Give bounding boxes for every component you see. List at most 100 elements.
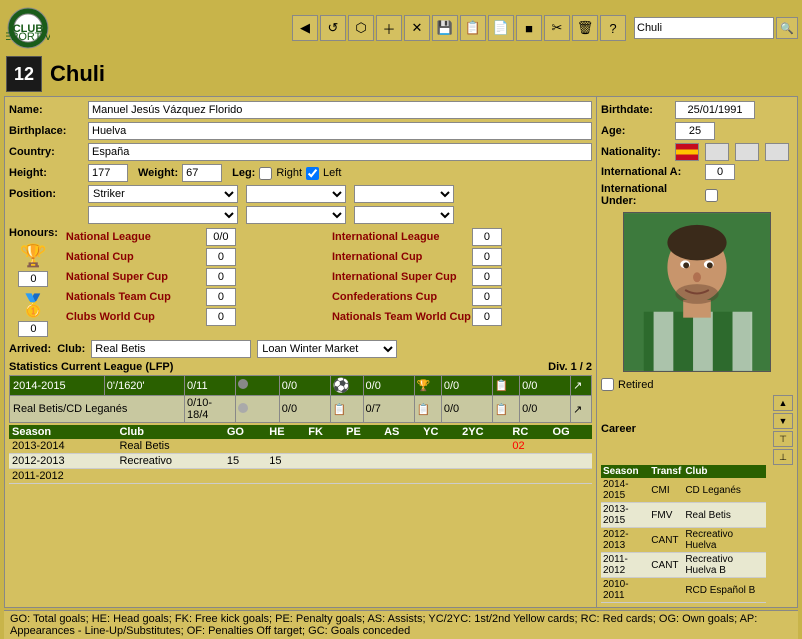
left-leg-checkbox[interactable] xyxy=(306,167,319,180)
position-sub-select2[interactable] xyxy=(354,185,454,203)
arrived-label: Arrived: xyxy=(9,343,51,355)
intl-cup-val[interactable] xyxy=(472,248,502,266)
season-cell-yc xyxy=(420,454,459,469)
retired-checkbox[interactable] xyxy=(601,378,614,391)
toolbar: CLUB DEPORTIVO ◀ ↺ ⬡ ＋ ✕ 💾 📋 📄 ■ ✂ 🗑 ? 🔍 xyxy=(0,0,802,54)
player-search-button[interactable]: 🔍 xyxy=(776,17,798,39)
intl-a-row: International A: xyxy=(601,164,793,180)
national-cup-label: National Cup xyxy=(66,251,206,263)
right-label: Right xyxy=(276,167,302,179)
intl-a-input[interactable] xyxy=(705,164,735,180)
club-input[interactable] xyxy=(91,340,251,358)
toolbar-btn-hex[interactable]: ⬡ xyxy=(348,15,374,41)
national-league-val[interactable] xyxy=(206,228,236,246)
confederations-cup-val[interactable] xyxy=(472,288,502,306)
season-cell-he xyxy=(266,439,305,454)
toolbar-btn-close[interactable]: ✕ xyxy=(404,15,430,41)
leg-label: Leg: xyxy=(232,167,255,179)
season-cell-pe xyxy=(343,439,381,454)
stat3-2: 0/7 xyxy=(363,396,414,423)
career-col-club: Club xyxy=(683,465,766,478)
position-extra-select2[interactable] xyxy=(246,206,346,224)
nationals-team-cup-val[interactable] xyxy=(206,288,236,306)
career-nav-up[interactable]: ▲ xyxy=(773,395,793,411)
season-cell-two_yc xyxy=(459,454,509,469)
career-row: 2012-2013CANTRecreativo Huelva xyxy=(601,528,766,553)
career-row: 2013-2015FMVReal Betis xyxy=(601,503,766,528)
national-cup-val[interactable] xyxy=(206,248,236,266)
season-cell-fk xyxy=(305,454,343,469)
intl-league-val[interactable] xyxy=(472,228,502,246)
toolbar-btn-copy[interactable]: 📄 xyxy=(488,15,514,41)
season-history-row: 2012-2013Recreativo1515 xyxy=(9,454,592,469)
hwl-row: Height: Weight: Leg: Right Left xyxy=(9,164,592,182)
season-history-header: Season Club GO HE FK PE AS YC 2YC RC OG xyxy=(9,425,592,439)
season-cell-go: 15 xyxy=(224,454,266,469)
weight-label: Weight: xyxy=(138,167,178,179)
birthplace-row: Birthplace: xyxy=(9,122,592,140)
toolbar-btn-prev[interactable]: ◀ xyxy=(292,15,318,41)
div-info: Div. 1 / 2 xyxy=(548,361,592,373)
career-cell-season: 2014-2015 xyxy=(601,478,649,503)
season-cell-yc xyxy=(420,439,459,454)
toolbar-btn-delete[interactable]: 🗑 xyxy=(572,15,598,41)
toolbar-btn-stop[interactable]: ■ xyxy=(516,15,542,41)
career-title: Career xyxy=(601,423,636,435)
intl-cup-row: International Cup xyxy=(330,247,592,267)
position-sub-select1[interactable] xyxy=(246,185,346,203)
toolbar-btn-save1[interactable]: 💾 xyxy=(432,15,458,41)
nationals-team-cup-row: Nationals Team Cup xyxy=(64,287,326,307)
toolbar-btn-cut[interactable]: ✂ xyxy=(544,15,570,41)
national-super-cup-val[interactable] xyxy=(206,268,236,286)
toolbar-btn-save2[interactable]: 📋 xyxy=(460,15,486,41)
clubs-world-cup-label: Clubs World Cup xyxy=(66,311,206,323)
weight-input[interactable] xyxy=(182,164,222,182)
country-input[interactable] xyxy=(88,143,592,161)
season-cell-rc xyxy=(509,454,549,469)
birthdate-input[interactable] xyxy=(675,101,755,119)
statistics-title: Statistics Current League (LFP) xyxy=(9,361,173,373)
trophy1-icon: 🏆 xyxy=(18,243,48,269)
nationals-team-world-cup-label: Nationals Team World Cup xyxy=(332,311,472,323)
position-label: Position: xyxy=(9,188,84,200)
right-leg-checkbox[interactable] xyxy=(259,167,272,180)
intl-cup-label: International Cup xyxy=(332,251,472,263)
birthplace-input[interactable] xyxy=(88,122,592,140)
national-cup-row: National Cup xyxy=(64,247,326,267)
toolbar-btn-help[interactable]: ? xyxy=(600,15,626,41)
career-header: Season Transf Club xyxy=(601,465,766,478)
country-label: Country: xyxy=(9,146,84,158)
position-select[interactable]: Striker xyxy=(88,185,238,203)
nationality-label: Nationality: xyxy=(601,146,671,158)
nationals-team-world-cup-val[interactable] xyxy=(472,308,502,326)
col-2yc: 2YC xyxy=(459,425,509,439)
position-extra-select3[interactable] xyxy=(354,206,454,224)
career-nav-down[interactable]: ▼ xyxy=(773,413,793,429)
player-search-input[interactable] xyxy=(634,17,774,39)
nationality-extra3 xyxy=(765,143,789,161)
name-input[interactable] xyxy=(88,101,592,119)
career-nav-bottom[interactable]: ⊥ xyxy=(773,449,793,465)
trophy1-val[interactable] xyxy=(18,271,48,287)
height-input[interactable] xyxy=(88,164,128,182)
career-cell-club: Real Betis xyxy=(683,503,766,528)
trophy2-val[interactable] xyxy=(18,321,48,337)
career-nav-top[interactable]: ⊤ xyxy=(773,431,793,447)
position-extra-select1[interactable] xyxy=(88,206,238,224)
stat5-1: 0/0 xyxy=(520,376,571,396)
clubs-world-cup-val[interactable] xyxy=(206,308,236,326)
arrived-row: Arrived: Club: Loan Winter Market xyxy=(9,340,592,358)
toolbar-btn-add[interactable]: ＋ xyxy=(376,15,402,41)
career-cell-season: 2011-2012 xyxy=(601,553,649,578)
toolbar-btn-refresh[interactable]: ↺ xyxy=(320,15,346,41)
loan-select[interactable]: Loan Winter Market xyxy=(257,340,397,358)
svg-text:DEPORTIVO: DEPORTIVO xyxy=(6,31,50,43)
age-input[interactable] xyxy=(675,122,715,140)
intl-under-checkbox[interactable] xyxy=(705,189,718,202)
season-history-table: Season Club GO HE FK PE AS YC 2YC RC OG … xyxy=(9,425,592,484)
col-og: OG xyxy=(550,425,592,439)
trophy2-icon: 🥇 xyxy=(18,293,48,319)
club-label: Club: xyxy=(57,343,85,355)
intl-super-cup-val[interactable] xyxy=(472,268,502,286)
stat3-1: 0/0 xyxy=(363,376,414,396)
